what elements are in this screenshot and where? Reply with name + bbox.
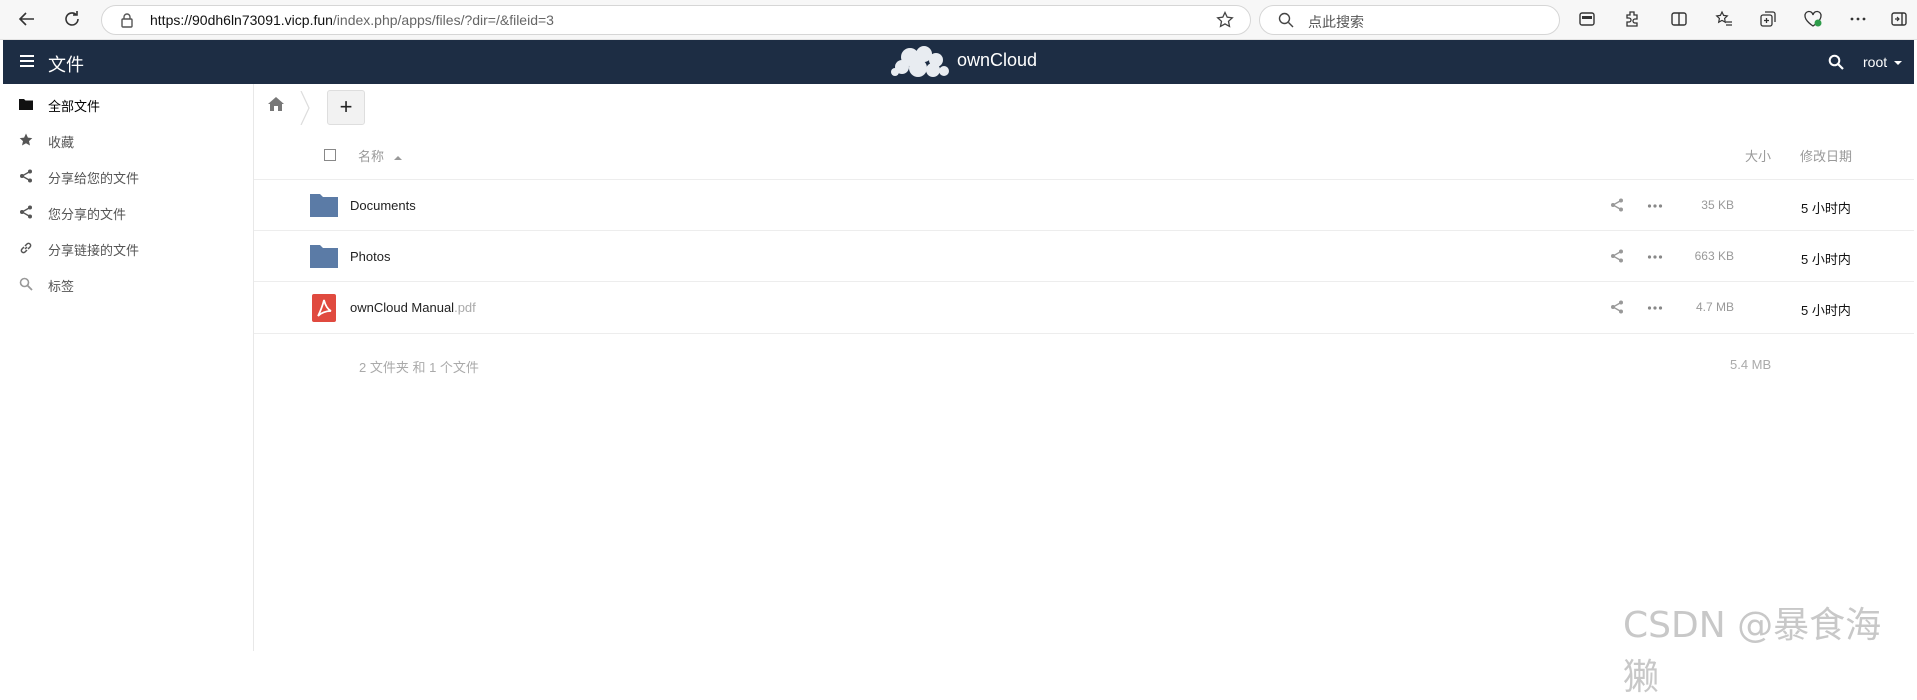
owncloud-header: 文件 ownCloud root [3,40,1914,84]
more-actions-icon[interactable] [1647,250,1663,268]
url-path: /index.php/apps/files/?dir=/&fileid=3 [332,12,554,28]
owncloud-logo-icon[interactable] [890,44,952,80]
share-icon [18,204,34,220]
split-screen-icon[interactable] [1668,8,1690,30]
add-tab-collection-icon[interactable] [1757,8,1779,30]
back-arrow-icon[interactable] [16,8,38,30]
file-name[interactable]: Photos [350,249,390,264]
nav-item-label: 全部文件 [48,99,101,114]
brand-name: ownCloud [957,50,1038,70]
file-modified: 5 小时内 [1801,201,1851,216]
column-header-size[interactable]: 大小 [1745,146,1771,165]
header-search-icon[interactable] [1828,54,1844,75]
more-options-icon[interactable] [1847,8,1869,30]
file-modified: 5 小时内 [1801,252,1851,267]
nav-item-shared-by-link[interactable]: 分享链接的文件 [3,230,253,266]
extensions-icon[interactable] [1621,8,1643,30]
url-text: https://90dh6ln73091.vicp.fun/index.php/… [150,12,554,28]
user-menu[interactable]: root [1863,54,1903,70]
file-name[interactable]: ownCloud Manual.pdf [350,300,476,315]
share-icon[interactable] [1610,198,1624,217]
star-icon [18,132,34,148]
nav-item-shared-with-you[interactable]: 分享给您的文件 [3,158,253,194]
folder-icon [310,244,338,273]
column-header-modified[interactable]: 修改日期 [1800,146,1852,165]
new-file-button[interactable]: + [327,90,365,125]
app-navigation: 全部文件 收藏 分享给您的文件 您分享的文件 分享链接的文件 标签 [3,84,254,651]
file-basename: ownCloud Manual [350,300,455,315]
favorite-star-icon[interactable] [1216,10,1234,34]
total-size: 5.4 MB [1730,357,1772,372]
favorites-icon[interactable] [1713,8,1735,30]
sidebar-toggle-icon[interactable] [1888,8,1910,30]
share-icon[interactable] [1610,300,1624,319]
file-size: 663 KB [1694,249,1734,263]
nav-item-label: 分享给您的文件 [48,171,140,186]
home-icon[interactable] [268,97,284,116]
address-bar[interactable]: https://90dh6ln73091.vicp.fun/index.php/… [101,5,1251,35]
nav-item-label: 标签 [48,279,75,294]
sort-ascending-icon [393,156,402,160]
file-name[interactable]: Documents [350,198,416,213]
file-size: 4.7 MB [1695,300,1734,314]
nav-item-all-files[interactable]: 全部文件 [3,86,253,122]
browser-essentials-icon[interactable] [1802,8,1824,30]
lock-icon[interactable] [120,12,134,33]
app-title[interactable]: 文件 [48,51,84,77]
url-host: https://90dh6ln73091.vicp.fun [150,12,333,28]
search-placeholder: 点此搜索 [1308,14,1364,30]
hamburger-menu-icon[interactable] [19,54,35,73]
file-summary: 2 文件夹 和 1 个文件 [359,360,479,375]
browser-toolbar: https://90dh6ln73091.vicp.fun/index.php/… [0,0,1917,40]
refresh-icon[interactable] [61,8,83,30]
search-icon [1278,12,1294,33]
folder-icon [310,193,338,222]
nav-item-favorites[interactable]: 收藏 [3,122,253,158]
nav-item-label: 收藏 [48,135,75,150]
nav-item-tags[interactable]: 标签 [3,266,253,302]
file-row[interactable]: ownCloud Manual.pdf 4.7 MB 5 小时内 [254,281,1914,334]
column-header-name-label: 名称 [358,149,385,164]
folder-icon [18,96,34,112]
nav-item-shared-by-you[interactable]: 您分享的文件 [3,194,253,230]
file-row[interactable]: Photos 663 KB 5 小时内 [254,230,1914,282]
nav-item-label: 您分享的文件 [48,207,127,222]
more-actions-icon[interactable] [1647,199,1663,217]
more-actions-icon[interactable] [1647,301,1663,319]
file-size: 35 KB [1701,198,1734,212]
share-icon[interactable] [1610,249,1624,268]
csdn-watermark: CSDN @暴食海獭 [1623,605,1882,698]
tag-search-icon [18,276,34,292]
nav-item-label: 分享链接的文件 [48,243,140,258]
file-extension: .pdf [454,300,476,315]
breadcrumb-separator-icon [300,90,310,130]
file-modified: 5 小时内 [1801,303,1851,318]
file-row[interactable]: Documents 35 KB 5 小时内 [254,179,1914,231]
file-basename: Documents [350,198,416,213]
caret-down-icon [1894,61,1903,65]
pdf-file-icon [312,294,336,327]
collections-icon[interactable] [1576,8,1598,30]
share-icon [18,168,34,184]
file-basename: Photos [350,249,391,264]
link-icon [18,240,34,256]
user-name: root [1863,54,1888,70]
browser-search-box[interactable]: 点此搜索 [1259,5,1560,35]
select-all-checkbox[interactable] [324,149,336,161]
column-header-name[interactable]: 名称 [358,146,402,165]
